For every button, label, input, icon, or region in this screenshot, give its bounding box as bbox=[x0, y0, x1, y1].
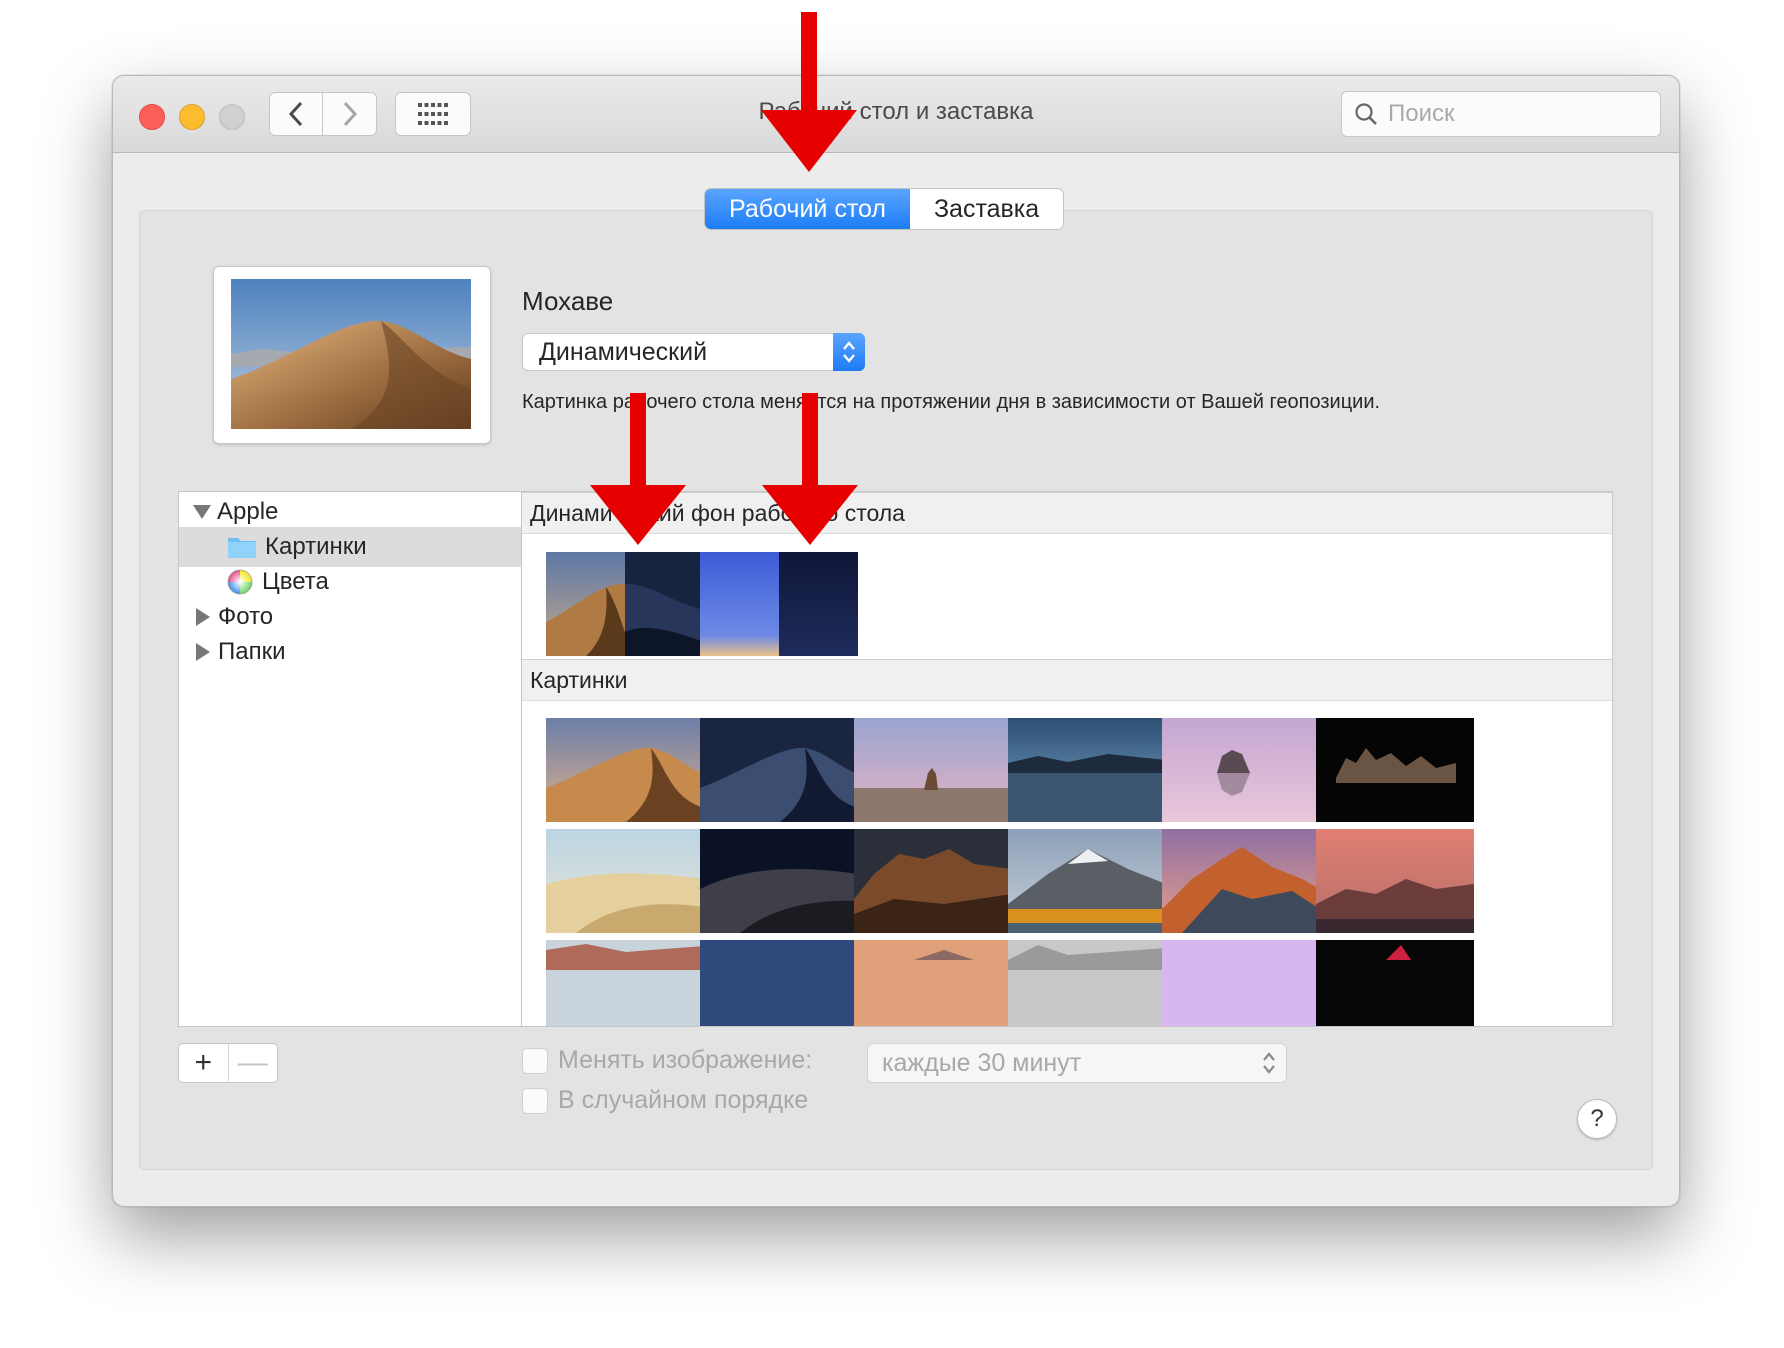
annotation-arrow bbox=[761, 12, 857, 172]
appearance-mode-value: Динамический bbox=[539, 337, 708, 366]
dropdown-stepper[interactable] bbox=[833, 333, 865, 371]
system-preferences-window: Рабочий стол и заставка Рабочий стол Зас… bbox=[112, 75, 1680, 1207]
source-list: Apple Картинки Цвета Фото Папки bbox=[178, 491, 522, 1027]
folder-icon bbox=[228, 538, 256, 558]
remove-folder-button[interactable]: — bbox=[227, 1044, 278, 1082]
wallpaper-thumbnail[interactable] bbox=[546, 552, 704, 656]
wallpaper-thumbnail[interactable] bbox=[1008, 940, 1166, 1026]
preview-image bbox=[231, 279, 471, 429]
sidebar-item-label: Папки bbox=[218, 638, 286, 665]
wallpaper-thumbnail[interactable] bbox=[700, 552, 858, 656]
wallpaper-thumbnail[interactable] bbox=[1008, 718, 1166, 822]
wallpaper-preview bbox=[213, 266, 491, 444]
random-order-label: В случайном порядке bbox=[558, 1086, 809, 1114]
up-down-chevron-icon bbox=[843, 341, 855, 363]
sidebar-item-colors[interactable]: Цвета bbox=[179, 562, 521, 602]
sidebar-item-pictures[interactable]: Картинки bbox=[179, 527, 521, 567]
wallpaper-thumbnail[interactable] bbox=[1316, 718, 1474, 822]
sidebar-item-label: Картинки bbox=[265, 533, 367, 560]
tab-bar: Рабочий стол Заставка bbox=[705, 189, 1064, 229]
wallpaper-thumbnail[interactable] bbox=[700, 829, 858, 933]
titlebar: Рабочий стол и заставка bbox=[113, 76, 1679, 153]
interval-select[interactable]: каждые 30 минут bbox=[867, 1043, 1287, 1083]
color-wheel-icon bbox=[227, 569, 253, 595]
sidebar-item-label: Apple bbox=[217, 498, 279, 525]
wallpaper-thumbnail[interactable] bbox=[546, 718, 704, 822]
wallpaper-thumbnail[interactable] bbox=[700, 718, 858, 822]
wallpaper-thumbnail[interactable] bbox=[854, 940, 1012, 1026]
wallpaper-name: Мохаве bbox=[522, 286, 614, 316]
tab-screensaver[interactable]: Заставка bbox=[909, 189, 1064, 229]
random-order-checkbox[interactable] bbox=[522, 1087, 548, 1114]
wallpaper-grid: Динамический фон рабочего стола Картинки bbox=[522, 491, 1613, 1027]
search-field[interactable] bbox=[1341, 91, 1661, 137]
wallpaper-thumbnail[interactable] bbox=[1008, 829, 1166, 933]
add-remove-buttons: + — bbox=[178, 1043, 278, 1083]
tab-desktop[interactable]: Рабочий стол bbox=[705, 189, 910, 229]
annotation-arrow bbox=[762, 393, 858, 545]
interval-value: каждые 30 минут bbox=[882, 1048, 1082, 1077]
wallpaper-thumbnail[interactable] bbox=[1162, 718, 1320, 822]
wallpaper-thumbnail[interactable] bbox=[546, 829, 704, 933]
search-input[interactable] bbox=[1386, 99, 1650, 129]
add-folder-button[interactable]: + bbox=[179, 1044, 228, 1082]
disclosure-right-icon[interactable] bbox=[196, 643, 210, 661]
sidebar-item-photos[interactable]: Фото bbox=[179, 597, 521, 637]
change-picture-row: Менять изображение: bbox=[522, 1046, 812, 1075]
wallpaper-thumbnail[interactable] bbox=[854, 829, 1012, 933]
wallpaper-thumbnail[interactable] bbox=[546, 940, 704, 1026]
wallpaper-thumbnail[interactable] bbox=[700, 940, 858, 1026]
up-down-chevron-icon bbox=[1263, 1052, 1275, 1074]
wallpaper-thumbnail[interactable] bbox=[1316, 940, 1474, 1026]
wallpaper-thumbnail[interactable] bbox=[1162, 940, 1320, 1026]
change-picture-label: Менять изображение: bbox=[558, 1046, 813, 1074]
search-icon bbox=[1355, 103, 1377, 125]
wallpaper-thumbnail[interactable] bbox=[854, 718, 1012, 822]
sidebar-item-label: Цвета bbox=[262, 568, 329, 595]
disclosure-down-icon[interactable] bbox=[193, 505, 211, 519]
sidebar-item-folders[interactable]: Папки bbox=[179, 632, 521, 672]
section-header-pictures: Картинки bbox=[522, 659, 1612, 701]
change-picture-checkbox[interactable] bbox=[522, 1047, 548, 1074]
random-order-row: В случайном порядке bbox=[522, 1086, 808, 1115]
help-button[interactable]: ? bbox=[1577, 1099, 1617, 1139]
sidebar-item-apple[interactable]: Apple bbox=[179, 492, 521, 532]
wallpaper-thumbnail[interactable] bbox=[1316, 829, 1474, 933]
sidebar-item-label: Фото bbox=[218, 603, 274, 630]
appearance-mode-select[interactable]: Динамический bbox=[522, 333, 865, 371]
wallpaper-thumbnail[interactable] bbox=[1162, 829, 1320, 933]
disclosure-right-icon[interactable] bbox=[196, 608, 210, 626]
annotation-arrow bbox=[590, 393, 686, 545]
